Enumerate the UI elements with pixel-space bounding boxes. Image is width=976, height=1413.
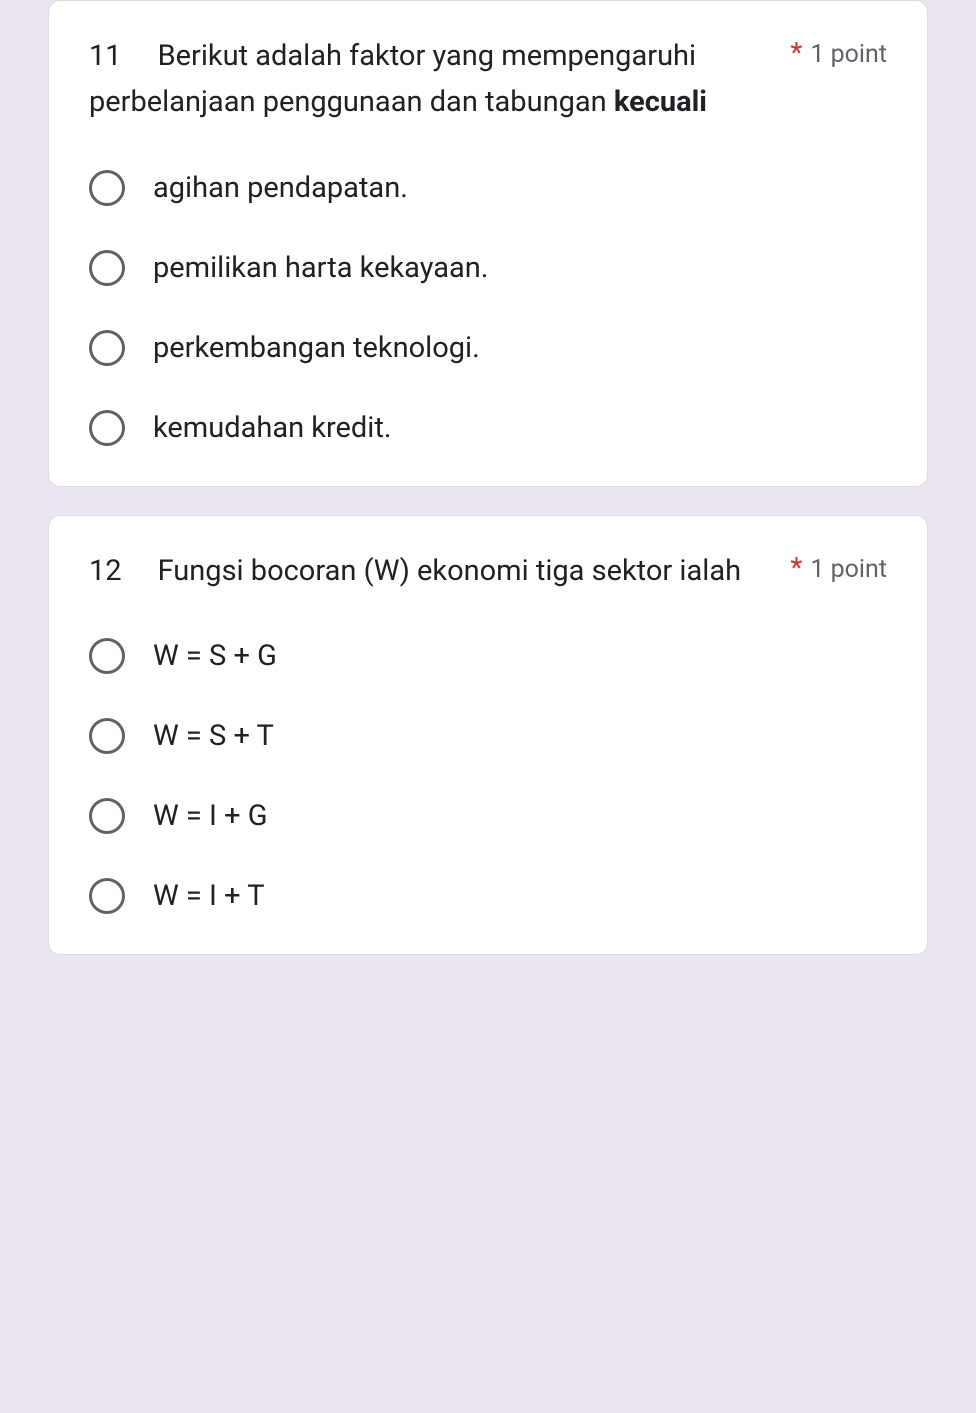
question-number: 11 (89, 39, 122, 73)
radio-icon (89, 330, 125, 366)
radio-option[interactable]: perkembangan teknologi. (89, 330, 887, 366)
question-bold: kecuali (614, 85, 707, 119)
options-group: agihan pendapatan. pemilikan harta kekay… (89, 170, 887, 446)
radio-option[interactable]: W = I + T (89, 878, 887, 914)
radio-option[interactable]: kemudahan kredit. (89, 410, 887, 446)
radio-option[interactable]: W = I + G (89, 798, 887, 834)
question-body: Fungsi bocoran (W) ekonomi tiga sektor i… (158, 554, 741, 588)
options-group: W = S + G W = S + T W = I + G W = I + T (89, 638, 887, 914)
option-label: W = S + T (153, 719, 274, 753)
option-label: perkembangan teknologi. (153, 331, 480, 365)
question-number: 12 (89, 554, 122, 588)
required-asterisk: * (790, 554, 802, 582)
question-text: 12 Fungsi bocoran (W) ekonomi tiga sekto… (89, 548, 774, 594)
points-label: 1 point (810, 40, 887, 69)
question-card: 11 Berikut adalah faktor yang mempengaru… (48, 0, 928, 487)
radio-icon (89, 798, 125, 834)
points-wrap: * 1 point (790, 548, 887, 584)
option-label: kemudahan kredit. (153, 411, 391, 445)
option-label: W = I + T (153, 879, 265, 913)
option-label: pemilikan harta kekayaan. (153, 251, 488, 285)
radio-icon (89, 410, 125, 446)
radio-icon (89, 638, 125, 674)
radio-icon (89, 878, 125, 914)
points-label: 1 point (810, 555, 887, 584)
radio-icon (89, 718, 125, 754)
option-label: W = S + G (153, 639, 277, 673)
question-body: Berikut adalah faktor yang mempengaruhi … (89, 39, 696, 119)
points-wrap: * 1 point (790, 33, 887, 69)
question-card: 12 Fungsi bocoran (W) ekonomi tiga sekto… (48, 515, 928, 955)
question-header: 11 Berikut adalah faktor yang mempengaru… (89, 33, 887, 126)
radio-option[interactable]: pemilikan harta kekayaan. (89, 250, 887, 286)
option-label: W = I + G (153, 799, 268, 833)
radio-icon (89, 170, 125, 206)
radio-option[interactable]: W = S + T (89, 718, 887, 754)
radio-option[interactable]: agihan pendapatan. (89, 170, 887, 206)
radio-icon (89, 250, 125, 286)
question-header: 12 Fungsi bocoran (W) ekonomi tiga sekto… (89, 548, 887, 594)
radio-option[interactable]: W = S + G (89, 638, 887, 674)
question-text: 11 Berikut adalah faktor yang mempengaru… (89, 33, 774, 126)
option-label: agihan pendapatan. (153, 171, 408, 205)
required-asterisk: * (790, 39, 802, 67)
